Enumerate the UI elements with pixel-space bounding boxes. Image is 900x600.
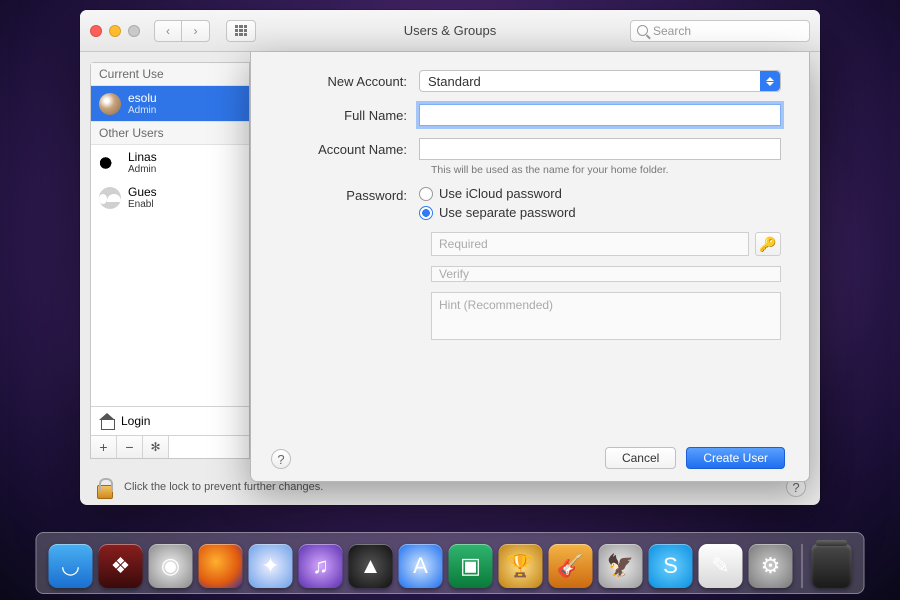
user-role: Enabl bbox=[128, 199, 157, 210]
dock-item-photos[interactable]: ❖ bbox=[99, 544, 143, 588]
other-users-header: Other Users bbox=[91, 121, 249, 145]
radio-separate-password[interactable]: Use separate password bbox=[419, 205, 781, 220]
dock-separator bbox=[802, 544, 803, 588]
dock-item-mail[interactable]: 🦅 bbox=[599, 544, 643, 588]
search-input[interactable]: Search bbox=[630, 20, 810, 42]
users-sidebar: Current Use esolu Admin Other Users Lina… bbox=[90, 62, 250, 459]
password-label: Password: bbox=[279, 186, 419, 203]
forward-button[interactable]: › bbox=[182, 20, 210, 42]
new-account-label: New Account: bbox=[279, 74, 419, 89]
dock-item-trophy[interactable]: 🏆 bbox=[499, 544, 543, 588]
account-type-popup[interactable]: Standard bbox=[419, 70, 781, 92]
radio-separate-label: Use separate password bbox=[439, 205, 576, 220]
user-name: Gues bbox=[128, 185, 157, 199]
titlebar: ‹ › Users & Groups Search bbox=[80, 10, 820, 52]
sidebar-item-user[interactable]: Linas Admin bbox=[91, 145, 249, 180]
chevron-up-down-icon bbox=[760, 71, 780, 91]
users-groups-window: ‹ › Users & Groups Search Current Use es… bbox=[80, 10, 820, 505]
create-user-button[interactable]: Create User bbox=[686, 447, 785, 469]
lock-text: Click the lock to prevent further change… bbox=[124, 481, 323, 493]
password-hint-field[interactable]: Hint (Recommended) bbox=[431, 292, 781, 340]
traffic-lights bbox=[90, 25, 140, 37]
close-icon[interactable] bbox=[90, 25, 102, 37]
dock-item-facetime[interactable]: ◉ bbox=[149, 544, 193, 588]
back-button[interactable]: ‹ bbox=[154, 20, 182, 42]
dock: ◡❖◉ ✦♫▲A▣🏆🎸🦅S✎⚙ bbox=[36, 532, 865, 594]
password-field[interactable]: Required bbox=[431, 232, 749, 256]
user-name: esolu bbox=[128, 91, 157, 105]
dock-item-appstore[interactable]: A bbox=[399, 544, 443, 588]
dock-item-sysprefs[interactable]: ⚙ bbox=[749, 544, 793, 588]
full-name-label: Full Name: bbox=[279, 108, 419, 123]
password-assistant-button[interactable]: 🔑 bbox=[755, 232, 781, 256]
sidebar-item-guest[interactable]: Gues Enabl bbox=[91, 180, 249, 215]
dock-item-skype[interactable]: S bbox=[649, 544, 693, 588]
grid-icon bbox=[235, 25, 247, 37]
nav-back-forward: ‹ › bbox=[154, 20, 210, 42]
radio-icloud-label: Use iCloud password bbox=[439, 186, 562, 201]
radio-on-icon bbox=[419, 206, 433, 220]
search-icon bbox=[637, 25, 648, 36]
home-icon bbox=[99, 413, 115, 429]
dock-item-firefox[interactable] bbox=[199, 544, 243, 588]
cancel-button[interactable]: Cancel bbox=[605, 447, 676, 469]
search-placeholder: Search bbox=[653, 24, 691, 38]
avatar-icon bbox=[99, 152, 121, 174]
avatar-icon bbox=[99, 187, 121, 209]
account-name-label: Account Name: bbox=[279, 142, 419, 157]
full-name-field[interactable] bbox=[419, 104, 781, 126]
lock-icon[interactable] bbox=[94, 475, 114, 499]
user-role: Admin bbox=[128, 105, 157, 116]
user-role: Admin bbox=[128, 164, 157, 175]
dock-item-garageband[interactable]: 🎸 bbox=[549, 544, 593, 588]
remove-user-button[interactable]: − bbox=[117, 436, 143, 458]
new-account-sheet: New Account: Standard Full Name: Account… bbox=[250, 52, 810, 482]
maximize-icon[interactable] bbox=[128, 25, 140, 37]
user-name: Linas bbox=[128, 150, 157, 164]
sheet-help-button[interactable]: ? bbox=[271, 449, 291, 469]
dock-item-itunes[interactable]: ♫ bbox=[299, 544, 343, 588]
add-user-button[interactable]: + bbox=[91, 436, 117, 458]
login-options-label: Login bbox=[121, 414, 150, 428]
desktop: ‹ › Users & Groups Search Current Use es… bbox=[0, 0, 900, 600]
key-icon: 🔑 bbox=[759, 236, 776, 253]
user-settings-button[interactable]: ✻ bbox=[143, 436, 169, 458]
current-user-header: Current Use bbox=[91, 63, 249, 86]
account-name-hint: This will be used as the name for your h… bbox=[431, 164, 781, 176]
login-options-button[interactable]: Login bbox=[91, 406, 249, 435]
sidebar-item-current-user[interactable]: esolu Admin bbox=[91, 86, 249, 121]
minimize-icon[interactable] bbox=[109, 25, 121, 37]
avatar-icon bbox=[99, 93, 121, 115]
radio-icloud-password[interactable]: Use iCloud password bbox=[419, 186, 781, 201]
radio-off-icon bbox=[419, 187, 433, 201]
show-all-button[interactable] bbox=[226, 20, 256, 42]
account-name-field[interactable] bbox=[419, 138, 781, 160]
dock-item-wondershare[interactable]: ▣ bbox=[449, 544, 493, 588]
verify-password-field[interactable]: Verify bbox=[431, 266, 781, 282]
sidebar-action-bar: + − ✻ bbox=[91, 435, 249, 458]
dock-item-safari[interactable]: ✦ bbox=[249, 544, 293, 588]
dock-item-textedit[interactable]: ✎ bbox=[699, 544, 743, 588]
dock-item-vlc[interactable]: ▲ bbox=[349, 544, 393, 588]
dock-item-finder[interactable]: ◡ bbox=[49, 544, 93, 588]
trash-icon[interactable] bbox=[812, 544, 852, 588]
account-type-value: Standard bbox=[428, 74, 481, 89]
